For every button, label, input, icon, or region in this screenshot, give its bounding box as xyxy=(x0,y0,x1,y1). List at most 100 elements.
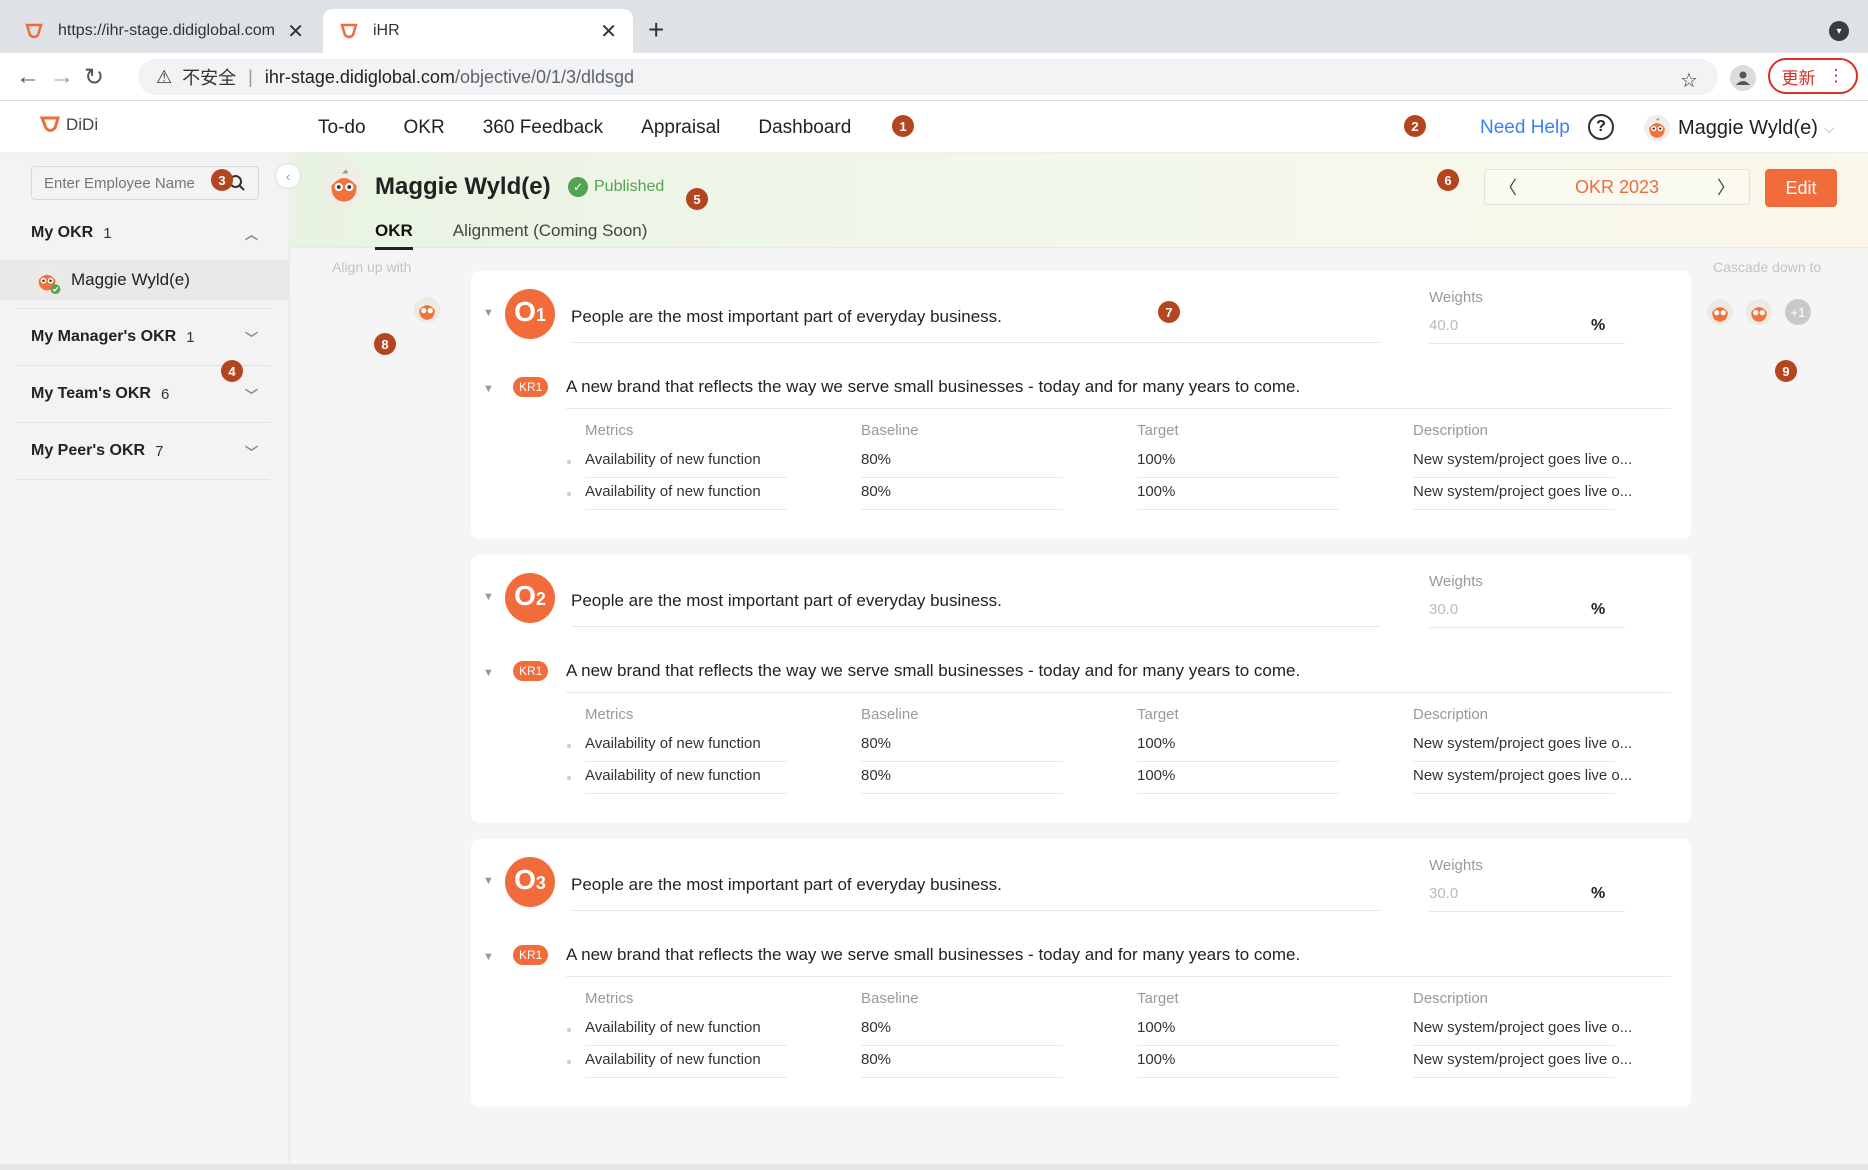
metrics-cell: 80% xyxy=(861,1019,892,1036)
section-header[interactable]: My Peer's OKR 7 ﹀ xyxy=(16,423,270,479)
nav-dashboard[interactable]: Dashboard xyxy=(758,117,851,139)
annotation-badge: 8 xyxy=(374,333,396,355)
metrics-column-header: Metrics xyxy=(585,422,634,439)
didi-logo[interactable]: DiDi xyxy=(40,115,98,135)
section-header[interactable]: My OKR 1 ︿ xyxy=(16,205,270,261)
cell-divider xyxy=(1137,477,1339,478)
cell-divider xyxy=(861,761,1063,762)
annotation-badge: 5 xyxy=(686,188,708,210)
nav-appraisal[interactable]: Appraisal xyxy=(641,117,720,139)
employee-search-input[interactable] xyxy=(44,174,224,192)
collapse-kr-caret-icon[interactable]: ▼ xyxy=(483,951,494,963)
url-field[interactable]: ⚠ 不安全 | ihr-stage.didiglobal.com/objecti… xyxy=(138,59,1718,95)
section-label: My OKR xyxy=(31,224,94,241)
objective-text[interactable]: People are the most important part of ev… xyxy=(571,875,1002,895)
cascade-avatar[interactable] xyxy=(1707,299,1733,325)
section-header[interactable]: My Manager's OKR 1 ﹀ xyxy=(16,309,270,365)
collapse-kr-caret-icon[interactable]: ▼ xyxy=(483,383,494,395)
kr-badge: KR1 xyxy=(513,377,549,397)
metrics-cell: Availability of new function xyxy=(585,735,761,752)
objective-text[interactable]: People are the most important part of ev… xyxy=(571,307,1002,327)
key-result-text[interactable]: A new brand that reflects the way we ser… xyxy=(566,661,1300,681)
url-separator: | xyxy=(248,66,253,87)
section-managers-okr: My Manager's OKR 1 ﹀ xyxy=(16,309,270,366)
collapse-objective-caret-icon[interactable]: ▼ xyxy=(483,875,494,887)
back-arrow-icon[interactable]: ← xyxy=(16,63,40,91)
metrics-column-header: Target xyxy=(1137,706,1179,723)
question-circle-icon[interactable]: ? xyxy=(1588,114,1614,140)
tab-title: iHR xyxy=(373,22,400,39)
close-tab-icon[interactable]: ✕ xyxy=(287,19,304,44)
nav-okr[interactable]: OKR xyxy=(404,117,445,139)
metrics-column-header: Metrics xyxy=(585,990,634,1007)
cascade-more-badge[interactable]: +1 xyxy=(1785,299,1811,325)
kr-badge: KR1 xyxy=(513,945,549,965)
chevron-left-icon[interactable]: 〈 xyxy=(1499,174,1517,200)
metrics-cell: 80% xyxy=(861,735,892,752)
cell-divider xyxy=(1413,1045,1615,1046)
objective-index: 1 xyxy=(535,305,546,325)
weights-percent: % xyxy=(1591,601,1606,618)
cell-divider xyxy=(585,1077,787,1078)
tab-search-icon[interactable]: ▾ xyxy=(1829,21,1849,41)
row-bullet xyxy=(567,492,571,496)
user-menu[interactable]: Maggie Wyld(e) ⌵ xyxy=(1644,115,1835,141)
row-bullet xyxy=(567,1028,571,1032)
browser-tab-ihr-stage[interactable]: https://ihr-stage.didiglobal.com ✕ xyxy=(8,9,320,53)
browser-update-button[interactable]: 更新 ⋮ xyxy=(1768,58,1858,94)
new-tab-button[interactable]: + xyxy=(648,14,664,46)
tab-alignment[interactable]: Alignment (Coming Soon) xyxy=(453,221,648,250)
browser-profile-icon[interactable] xyxy=(1730,65,1756,91)
align-up-title: Align up with xyxy=(332,259,412,275)
annotation-badge: 3 xyxy=(211,169,233,191)
logo-text: DiDi xyxy=(66,115,99,134)
main-nav: To-do OKR 360 Feedback Appraisal Dashboa… xyxy=(318,117,851,139)
warning-icon: ⚠ xyxy=(156,66,173,87)
collapse-sidebar-button[interactable]: ‹ xyxy=(275,163,301,189)
metrics-cell: New system/project goes live o... xyxy=(1413,483,1633,500)
key-result-text[interactable]: A new brand that reflects the way we ser… xyxy=(566,377,1300,397)
bookmark-star-icon[interactable]: ☆ xyxy=(1680,68,1698,93)
metrics-cell: Availability of new function xyxy=(585,767,761,784)
objective-index: 3 xyxy=(535,873,546,893)
key-result-text[interactable]: A new brand that reflects the way we ser… xyxy=(566,945,1300,965)
browser-tab-ihr[interactable]: iHR ✕ xyxy=(323,9,633,53)
insecure-label: 不安全 xyxy=(182,68,237,88)
chevron-up-icon: ︿ xyxy=(244,226,258,242)
collapse-kr-caret-icon[interactable]: ▼ xyxy=(483,667,494,679)
metrics-cell: New system/project goes live o... xyxy=(1413,1019,1633,1036)
cascade-avatar[interactable] xyxy=(1746,299,1772,325)
nav-360-feedback[interactable]: 360 Feedback xyxy=(483,117,603,139)
metrics-cell: Availability of new function xyxy=(585,1019,761,1036)
collapse-objective-caret-icon[interactable]: ▼ xyxy=(483,591,494,603)
chevron-right-icon[interactable]: 〉 xyxy=(1717,174,1735,200)
collapse-objective-caret-icon[interactable]: ▼ xyxy=(483,307,494,319)
chevron-down-icon: ﹀ xyxy=(244,330,258,346)
period-label[interactable]: OKR 2023 xyxy=(1575,177,1659,198)
need-help-link[interactable]: Need Help xyxy=(1480,117,1570,139)
metrics-cell: New system/project goes live o... xyxy=(1413,767,1633,784)
objective-divider xyxy=(571,626,1381,627)
kr-divider xyxy=(566,692,1671,693)
cell-divider xyxy=(1137,761,1339,762)
edit-button[interactable]: Edit xyxy=(1765,169,1837,207)
close-tab-icon[interactable]: ✕ xyxy=(600,19,617,44)
cell-divider xyxy=(1137,793,1339,794)
align-up-avatar[interactable] xyxy=(414,297,440,323)
chevron-down-icon: ﹀ xyxy=(244,444,258,460)
reload-icon[interactable]: ↻ xyxy=(84,63,104,92)
cell-divider xyxy=(1413,1077,1615,1078)
sidebar-item-maggie[interactable]: Maggie Wyld(e) xyxy=(0,260,290,300)
objective-text[interactable]: People are the most important part of ev… xyxy=(571,591,1002,611)
forward-arrow-icon[interactable]: → xyxy=(50,63,74,91)
metrics-cell: New system/project goes live o... xyxy=(1413,735,1633,752)
metrics-cell: 80% xyxy=(861,483,892,500)
nav-todo[interactable]: To-do xyxy=(318,117,366,139)
metrics-cell: 100% xyxy=(1137,483,1176,500)
kr-badge: KR1 xyxy=(513,661,549,681)
metrics-column-header: Target xyxy=(1137,990,1179,1007)
tab-okr[interactable]: OKR xyxy=(375,221,413,250)
objective-card: ▼ O 2 People are the most important part of… xyxy=(471,555,1691,823)
cell-divider xyxy=(861,509,1063,510)
more-vert-icon: ⋮ xyxy=(1827,66,1845,85)
